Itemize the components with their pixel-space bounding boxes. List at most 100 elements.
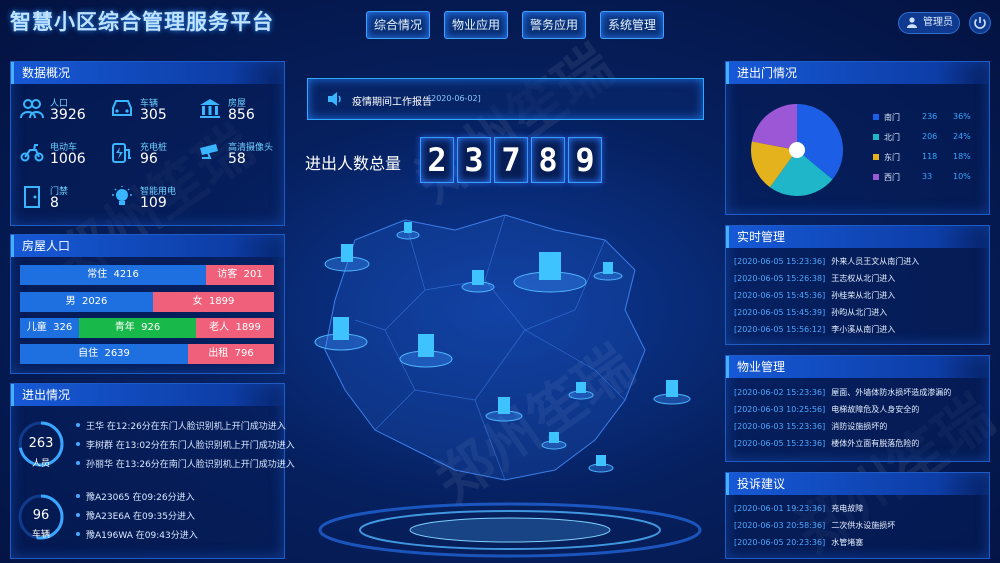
bulb-icon — [112, 186, 132, 205]
power-button[interactable] — [969, 12, 991, 34]
list-item: 豫A23065 在09:26分进入 — [76, 490, 195, 503]
building-marker[interactable] — [323, 242, 371, 272]
list-item: 王华 在12:26分在东门人脸识别机上开门成功进入 — [76, 419, 286, 432]
building-marker[interactable] — [313, 315, 369, 351]
notice-title: 疫情期间工作报告 — [352, 97, 432, 108]
legend-swatch — [873, 114, 879, 120]
bar-segment-female: 女 1899 — [153, 292, 274, 312]
stat-value: 1006 — [50, 151, 86, 167]
panel-title: 房屋人口 — [11, 235, 284, 257]
vehicle-count: 96 — [32, 508, 50, 523]
user-icon — [907, 17, 917, 28]
list-item: [2020-06-05 15:56:12] 李小溪从南门进入 — [734, 325, 896, 334]
counter-digit: 9 — [568, 137, 602, 183]
panel-title: 实时管理 — [726, 226, 989, 248]
people-count: 263 — [28, 436, 54, 451]
legend-percent: 18% — [953, 152, 971, 161]
legend-value: 33 — [922, 172, 933, 181]
counter-digit: 2 — [420, 137, 454, 183]
people-icon — [20, 99, 44, 119]
notice-date: [2020-06-02] — [428, 94, 481, 103]
legend-swatch — [873, 154, 879, 160]
stat-value: 8 — [50, 195, 59, 211]
list-item: [2020-06-01 19:23:36] 充电故障 — [734, 504, 864, 513]
bar-segment-resident: 常住 4216 — [20, 265, 206, 285]
people-unit: 人员 — [31, 459, 50, 469]
bar-segment-youth: 青年 926 — [79, 318, 196, 338]
building-marker[interactable] — [484, 395, 524, 423]
stat-value: 305 — [140, 107, 167, 123]
scooter-icon — [20, 144, 44, 162]
list-item: 豫A23E6A 在09:35分进入 — [76, 509, 195, 522]
bar-age: 儿童 326 青年 926 老人 1899 — [20, 318, 274, 338]
bar-segment-visitor: 访客 201 — [206, 265, 274, 285]
building-marker[interactable] — [587, 453, 615, 473]
counter-digit: 8 — [531, 137, 565, 183]
stat-value: 109 — [140, 195, 167, 211]
car-icon — [112, 100, 132, 116]
legend-percent: 36% — [953, 112, 971, 121]
bar-occupancy: 自住 2639 出租 796 — [20, 344, 274, 364]
bar-segment-male: 男 2026 — [20, 292, 153, 312]
building-marker[interactable] — [592, 260, 624, 282]
counter-label: 进出人数总量 — [305, 154, 402, 173]
list-item: 孙丽华 在13:26分在南门人脸识别机上开门成功进入 — [76, 457, 295, 470]
legend-swatch — [873, 134, 879, 140]
building-marker[interactable] — [652, 378, 692, 406]
bar-segment-child: 儿童 326 — [20, 318, 79, 338]
tab-property[interactable]: 物业应用 — [444, 11, 508, 39]
tab-police[interactable]: 警务应用 — [522, 11, 586, 39]
legend-value: 236 — [922, 112, 938, 121]
user-button[interactable]: 管理员 — [898, 12, 960, 34]
building-marker[interactable] — [460, 268, 496, 294]
panel-title: 投诉建议 — [726, 473, 989, 495]
legend-percent: 10% — [953, 172, 971, 181]
tab-overview[interactable]: 综合情况 — [366, 11, 430, 39]
legend-name: 西门 — [884, 173, 900, 182]
list-item: [2020-06-05 15:23:36] 外来人员王文从南门进入 — [734, 257, 920, 266]
stat-value: 3926 — [50, 107, 86, 123]
legend-value: 118 — [922, 152, 938, 161]
list-item: [2020-06-05 15:23:36] 楼体外立面有脱落危险的 — [734, 439, 920, 448]
bar-segment-rental: 出租 796 — [188, 344, 274, 364]
bar-segment-elder: 老人 1899 — [196, 318, 274, 338]
list-item: 李树群 在13:02分在东门人脸识别机上开门成功进入 — [76, 438, 295, 451]
list-item: [2020-06-03 10:25:56] 电梯故障危及人身安全的 — [734, 405, 920, 414]
list-item: [2020-06-03 15:23:36] 消防设施损坏的 — [734, 422, 888, 431]
counter-digit: 3 — [457, 137, 491, 183]
app-title: 智慧小区综合管理服务平台 — [10, 10, 274, 34]
list-item: [2020-06-05 20:23:36] 水管堵塞 — [734, 538, 864, 547]
charger-icon — [112, 143, 131, 163]
legend-name: 南门 — [884, 113, 900, 122]
legend-swatch — [873, 174, 879, 180]
building-marker[interactable] — [395, 220, 421, 240]
legend-value: 206 — [922, 132, 938, 141]
panel-title: 进出门情况 — [726, 62, 989, 84]
list-item: [2020-06-05 15:45:36] 孙桂荣从北门进入 — [734, 291, 896, 300]
legend-name: 东门 — [884, 153, 900, 162]
building-marker[interactable] — [512, 248, 588, 294]
bar-gender: 男 2026 女 1899 — [20, 292, 274, 312]
counter-digit: 7 — [494, 137, 528, 183]
list-item: [2020-06-05 15:26:38] 王志权从北门进入 — [734, 274, 896, 283]
vehicle-unit: 车辆 — [31, 530, 50, 540]
list-item: [2020-06-05 15:45:39] 孙昀从北门进入 — [734, 308, 888, 317]
building-marker[interactable] — [398, 332, 454, 368]
gates-pie-chart — [751, 104, 843, 196]
tab-system[interactable]: 系统管理 — [600, 11, 664, 39]
legend-name: 北门 — [884, 133, 900, 142]
legend-percent: 24% — [953, 132, 971, 141]
building-marker[interactable] — [567, 380, 595, 400]
list-item: 豫A196WA 在09:43分进入 — [76, 528, 198, 541]
panel-title: 进出情况 — [11, 384, 284, 406]
bar-segment-owner: 自住 2639 — [20, 344, 188, 364]
stat-value: 58 — [228, 151, 246, 167]
building-marker[interactable] — [540, 430, 568, 450]
notice-bar[interactable]: 疫情期间工作报告 [2020-06-02] — [307, 78, 704, 120]
list-item: [2020-06-02 15:23:36] 屋面、外墙体防水损坏造成渗漏的 — [734, 388, 952, 397]
panel-title: 数据概况 — [11, 62, 284, 84]
user-label: 管理员 — [923, 17, 953, 28]
door-icon — [24, 186, 40, 208]
camera-icon — [200, 144, 218, 159]
stat-value: 856 — [228, 107, 255, 123]
